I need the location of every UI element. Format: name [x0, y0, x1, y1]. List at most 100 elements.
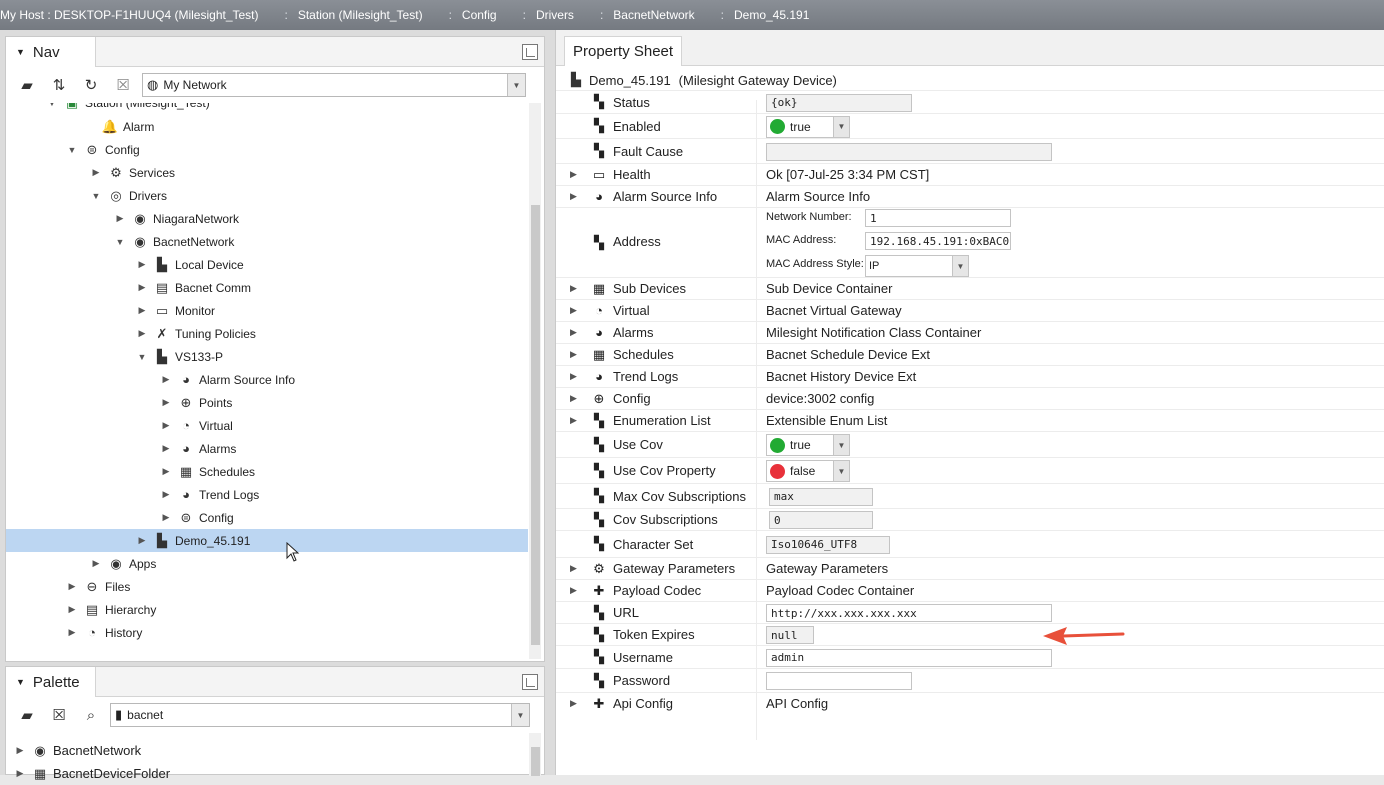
nav-scrollbar[interactable]: [529, 103, 541, 659]
tree-node[interactable]: ▼ ◉ BacnetNetwork: [6, 230, 528, 253]
open-folder-icon[interactable]: ▰: [14, 703, 40, 727]
maximize-icon[interactable]: [522, 674, 538, 690]
expand-arrow-icon[interactable]: ▶: [136, 535, 148, 546]
property-value-field[interactable]: [766, 142, 1052, 161]
boolean-select[interactable]: true ▼: [766, 115, 850, 138]
breadcrumb-drivers[interactable]: Drivers: [536, 8, 580, 22]
collapse-arrow-icon[interactable]: ▼: [114, 237, 126, 247]
expand-arrow-icon[interactable]: ▶: [160, 397, 172, 408]
nav-tab[interactable]: ▼ Nav: [6, 37, 96, 67]
mac-address-style-select[interactable]: IP ▼: [865, 255, 969, 277]
expand-arrow-icon[interactable]: ▶: [570, 415, 577, 426]
tree-node[interactable]: ▶ ▭ Monitor: [6, 299, 528, 322]
property-value-field[interactable]: Iso10646_UTF8: [766, 535, 890, 554]
expand-arrow-icon[interactable]: ▶: [570, 191, 577, 202]
palette-tab[interactable]: ▼ Palette: [6, 667, 96, 697]
palette-item[interactable]: ▶ ◉ BacnetNetwork: [6, 739, 528, 762]
nav-scrollbar-thumb[interactable]: [531, 205, 540, 645]
breadcrumb-host[interactable]: My Host : DESKTOP-F1HUUQ4 (Milesight_Tes…: [0, 8, 265, 22]
expand-arrow-icon[interactable]: ▶: [570, 393, 577, 404]
tree-node[interactable]: ▶ ⊕ Points: [6, 391, 528, 414]
expand-arrow-icon[interactable]: ▶: [66, 604, 78, 615]
expand-arrow-icon[interactable]: ▶: [66, 581, 78, 592]
tree-node[interactable]: ▼ ⊜ Config: [6, 138, 528, 161]
tree-node[interactable]: ▶ ▦ Schedules: [6, 460, 528, 483]
breadcrumb-config[interactable]: Config: [462, 8, 503, 22]
network-combo[interactable]: ◍ My Network ▼: [142, 73, 526, 97]
expand-arrow-icon[interactable]: ▶: [570, 349, 577, 360]
breadcrumb-bacnetnetwork[interactable]: BacnetNetwork: [613, 8, 700, 22]
chevron-down-icon[interactable]: ▼: [833, 461, 849, 481]
expand-arrow-icon[interactable]: ▶: [570, 305, 577, 316]
property-value-field[interactable]: [766, 672, 912, 690]
palette-combo[interactable]: ▮ bacnet ▼: [110, 703, 530, 727]
property-value-field[interactable]: 0: [769, 511, 873, 529]
expand-arrow-icon[interactable]: ▶: [570, 371, 577, 382]
breadcrumb-station[interactable]: Station (Milesight_Test): [298, 8, 429, 22]
property-value-field[interactable]: http://xxx.xxx.xxx.xxx: [766, 604, 1052, 622]
expand-arrow-icon[interactable]: ▶: [160, 420, 172, 431]
expand-arrow-icon[interactable]: ▶: [160, 489, 172, 500]
expand-arrow-icon[interactable]: ▶: [160, 374, 172, 385]
collapse-caret-icon[interactable]: ▼: [16, 47, 25, 57]
tree-node[interactable]: 🔔 Alarm: [6, 115, 528, 138]
chevron-down-icon[interactable]: ▼: [952, 256, 968, 276]
expand-arrow-icon[interactable]: ▶: [160, 512, 172, 523]
tree-node[interactable]: ▼ ▣ Station (Milesight_Test): [6, 103, 528, 114]
expand-arrow-icon[interactable]: ▶: [570, 169, 577, 180]
expand-arrow-icon[interactable]: ▶: [90, 167, 102, 178]
property-value-field[interactable]: {ok}: [766, 93, 912, 112]
expand-arrow-icon[interactable]: ▶: [570, 327, 577, 338]
breadcrumb-device[interactable]: Demo_45.191: [734, 8, 815, 22]
network-number-field[interactable]: 1: [865, 209, 1011, 227]
tree-node[interactable]: ▶ ✗ Tuning Policies: [6, 322, 528, 345]
tree-node[interactable]: ▶ ▤ Hierarchy: [6, 598, 528, 621]
palette-scrollbar-thumb[interactable]: [531, 747, 540, 776]
expand-arrow-icon[interactable]: ▶: [136, 259, 148, 270]
expand-arrow-icon[interactable]: ▶: [570, 283, 577, 294]
chevron-down-icon[interactable]: ▼: [511, 704, 529, 726]
sync-arrows-icon[interactable]: ⇅: [46, 73, 72, 97]
expand-arrow-icon[interactable]: ▶: [14, 745, 26, 756]
collapse-arrow-icon[interactable]: ▼: [136, 352, 148, 362]
expand-arrow-icon[interactable]: ▶: [570, 563, 577, 574]
close-palette-icon[interactable]: ☒: [46, 703, 72, 727]
palette-item[interactable]: ▶ ▦ BacnetDeviceFolder: [6, 762, 528, 785]
property-value-field[interactable]: null: [766, 626, 814, 644]
expand-arrow-icon[interactable]: ▶: [136, 282, 148, 293]
expand-arrow-icon[interactable]: ▶: [570, 698, 577, 709]
tree-node[interactable]: ▶ ▙ Demo_45.191: [6, 529, 528, 552]
expand-arrow-icon[interactable]: ▶: [114, 213, 126, 224]
property-sheet-tab[interactable]: Property Sheet: [564, 36, 683, 66]
tree-node[interactable]: ▶ ◉ Apps: [6, 552, 528, 575]
tree-node[interactable]: ▶ ⊜ Config: [6, 506, 528, 529]
tree-node[interactable]: ▶ ◔ History: [6, 621, 528, 644]
property-value-field[interactable]: admin: [766, 648, 1052, 667]
refresh-icon[interactable]: ↻: [78, 73, 104, 97]
tree-node[interactable]: ▼ ▙ VS133-P: [6, 345, 528, 368]
tree-node[interactable]: ▼ ◎ Drivers: [6, 184, 528, 207]
tree-node[interactable]: ▶ ◕ Trend Logs: [6, 483, 528, 506]
find-icon[interactable]: ⌕: [78, 703, 104, 727]
tree-node[interactable]: ▶ ◕ Alarm Source Info: [6, 368, 528, 391]
chevron-down-icon[interactable]: ▼: [507, 74, 525, 96]
tree-node[interactable]: ▶ ▙ Local Device: [6, 253, 528, 276]
tree-node[interactable]: ▶ ◉ NiagaraNetwork: [6, 207, 528, 230]
tree-node[interactable]: ▶ ⚙ Services: [6, 161, 528, 184]
tree-node[interactable]: ▶ ⊖ Files: [6, 575, 528, 598]
chevron-down-icon[interactable]: ▼: [833, 116, 849, 137]
expand-arrow-icon[interactable]: ▶: [160, 443, 172, 454]
collapse-arrow-icon[interactable]: ▼: [46, 103, 58, 108]
expand-arrow-icon[interactable]: ▶: [160, 466, 172, 477]
expand-arrow-icon[interactable]: ▶: [136, 305, 148, 316]
property-value-field[interactable]: max: [769, 487, 873, 506]
expand-arrow-icon[interactable]: ▶: [90, 558, 102, 569]
tree-node[interactable]: ▶ ◔ Virtual: [6, 414, 528, 437]
chevron-down-icon[interactable]: ▼: [833, 435, 849, 455]
tree-node[interactable]: ▶ ▤ Bacnet Comm: [6, 276, 528, 299]
collapse-arrow-icon[interactable]: ▼: [66, 145, 78, 155]
new-folder-icon[interactable]: ▰: [14, 73, 40, 97]
expand-arrow-icon[interactable]: ▶: [66, 627, 78, 638]
close-icon[interactable]: ☒: [110, 73, 136, 97]
boolean-select[interactable]: true ▼: [766, 434, 850, 456]
